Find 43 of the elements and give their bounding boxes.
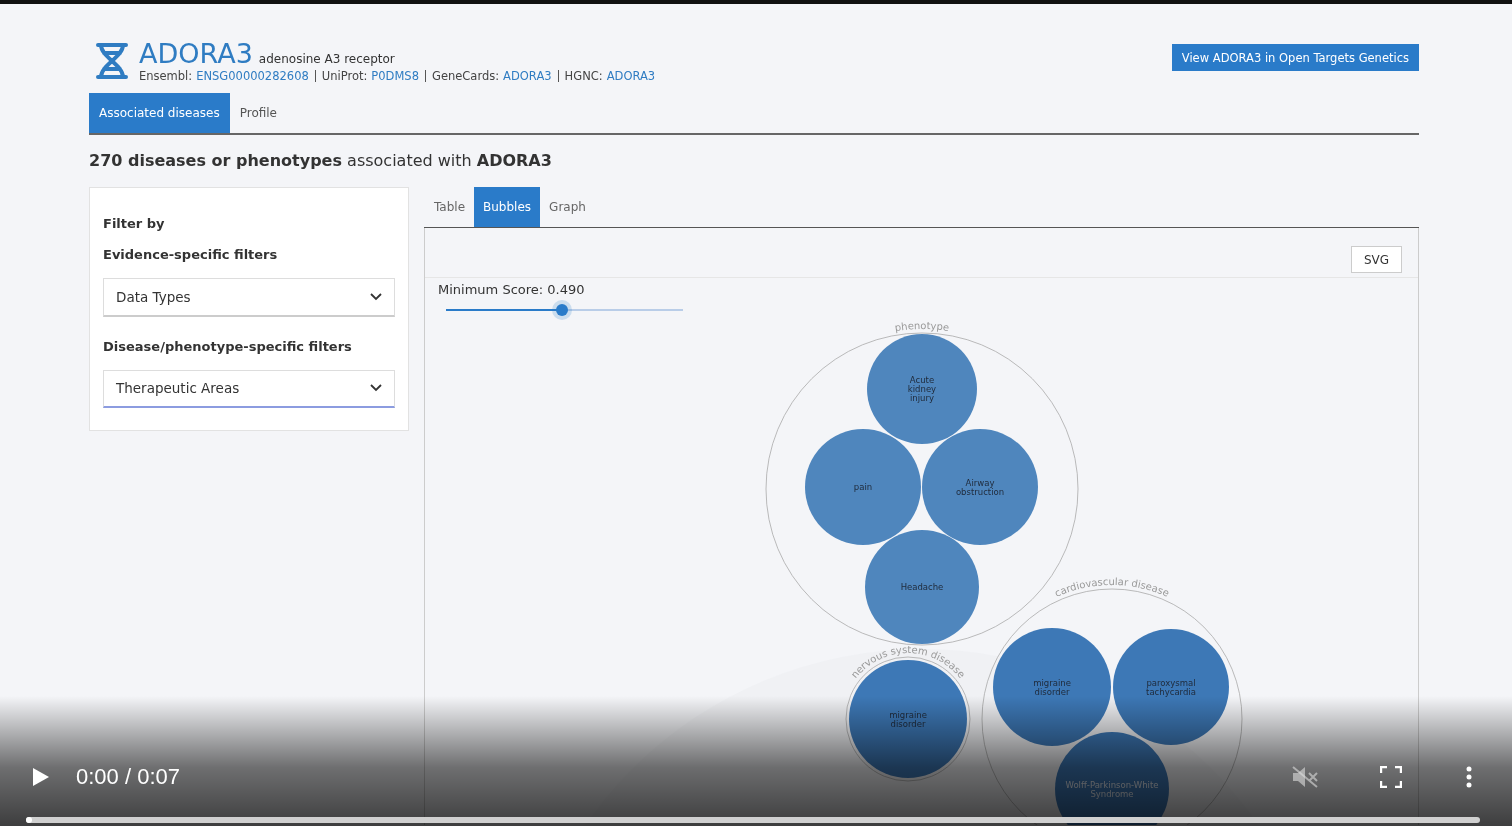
id-link[interactable]: P0DMS8 [371,69,419,83]
bubble-label: paroxysmal tachycardia [1146,677,1196,697]
view-tab[interactable]: Table [425,187,475,227]
dna-icon [95,42,129,80]
bubble-label: migraine disorder [1033,677,1071,697]
svg-export-button[interactable]: SVG [1351,246,1402,273]
id-link[interactable]: ADORA3 [503,69,552,83]
id-label: HGNC: [564,69,603,83]
slider-label: Minimum Score: 0.490 [438,282,586,297]
id-label: GeneCards: [431,69,500,83]
bubble[interactable] [993,628,1111,746]
bubble[interactable] [1055,732,1169,825]
view-tab[interactable]: Bubbles [474,187,541,227]
gene-name: adenosine A3 receptor [258,52,395,66]
play-icon[interactable] [32,767,50,787]
gene-symbol: ADORA3 [139,39,253,69]
bubble-label: Airway obstruction [955,477,1005,497]
fullscreen-icon[interactable] [1380,766,1402,788]
open-targets-button[interactable]: View ADORA3 in Open Targets Genetics [1171,44,1419,71]
more-icon[interactable] [1466,766,1472,788]
page-heading: 270 diseases or phenotypes associated with ADORA3 [89,151,553,170]
dropdown[interactable]: Data Types [103,278,395,317]
bubble-label: migraine disorder [889,709,927,729]
chevron-icon [370,292,382,301]
filter-section-title: Disease/phenotype-specific filters [103,338,353,354]
chevron-icon [370,384,382,393]
filter-title: Filter by [103,216,166,231]
id-link[interactable]: ENSG00000282608 [196,69,309,83]
tab[interactable]: Associated diseases [89,93,230,133]
dropdown[interactable]: Therapeutic Areas [103,369,395,408]
bubble-label: pain [853,482,873,492]
id-link[interactable]: ADORA3 [606,69,656,83]
id-label: UniProt: [321,69,368,83]
filter-section-title: Evidence-specific filters [103,247,279,262]
group-label: phenotype [894,320,950,334]
id-label: Ensembl: [139,69,193,83]
muted-speaker-icon[interactable] [1291,765,1319,789]
view-tab[interactable]: Graph [540,187,595,227]
bubble-label: Headache [900,582,944,592]
bubble-label: Acute kidney injury [907,375,937,403]
video-time: 0:00 / 0:07 [76,764,180,790]
bubble[interactable] [1113,629,1229,745]
tab[interactable]: Profile [229,93,287,133]
